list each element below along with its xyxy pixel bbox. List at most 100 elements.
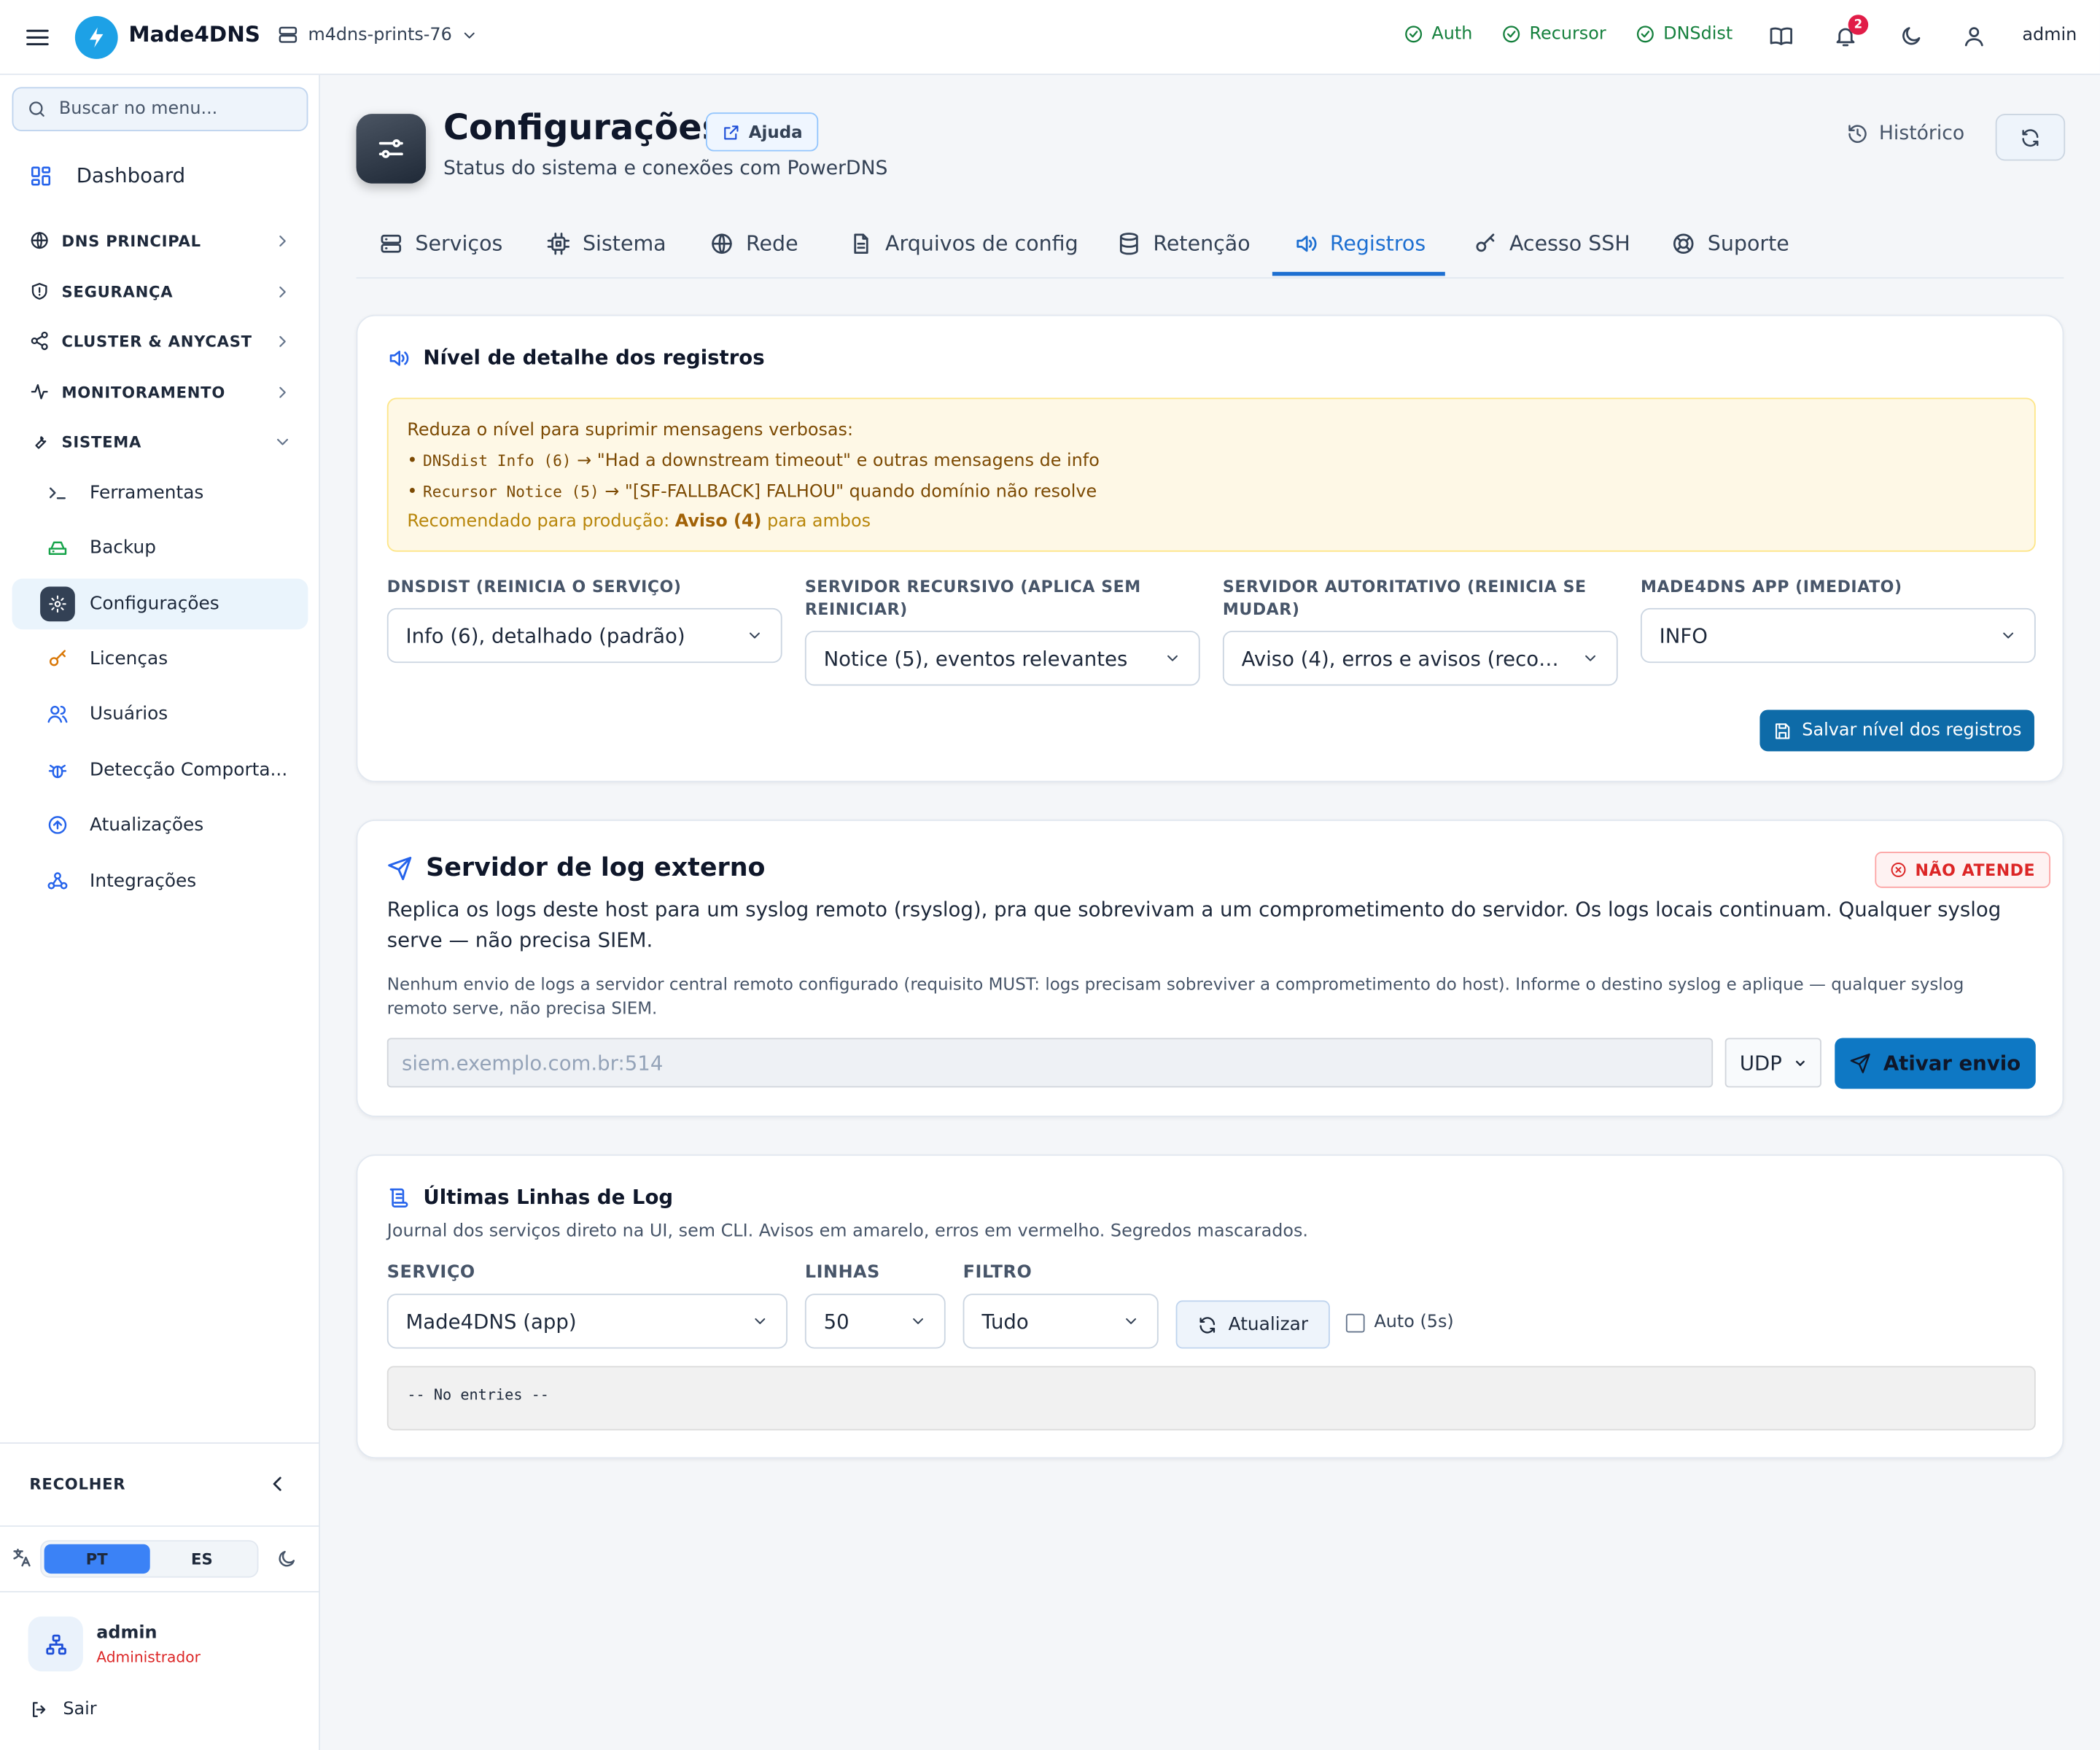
- tab-label: Rede: [746, 231, 798, 256]
- auth-level-select[interactable]: Aviso (4), erros e avisos (recomendado): [1222, 631, 1618, 686]
- status-recursor[interactable]: Recursor: [1501, 24, 1606, 44]
- alert-heading: Reduza o nível para suprimir mensagens v…: [407, 420, 854, 441]
- divider: [0, 1442, 320, 1444]
- sliders-icon: [356, 114, 427, 184]
- help-button[interactable]: Ajuda: [705, 112, 819, 152]
- sidebar-item-integrations[interactable]: Integrações: [12, 856, 308, 907]
- hard-drive-icon: [48, 541, 67, 556]
- checkbox[interactable]: [1345, 1312, 1365, 1332]
- tab-bar: Serviços Sistema Rede Arquivos de config…: [356, 217, 2064, 279]
- tab-services[interactable]: Serviços: [379, 217, 502, 279]
- refresh-logs-button[interactable]: Atualizar: [1175, 1300, 1330, 1349]
- enable-forwarding-button[interactable]: Ativar envio: [1835, 1038, 2036, 1089]
- globe-icon: [712, 233, 732, 254]
- chevron-down-icon: [1167, 655, 1178, 661]
- divider: [0, 1590, 320, 1592]
- lines-select[interactable]: 50: [804, 1294, 946, 1349]
- sidebar-section-system[interactable]: SISTEMA: [29, 431, 292, 451]
- sidebar-section-monitoring[interactable]: MONITORAMENTO: [29, 381, 292, 402]
- brand-name: Made4DNS: [128, 21, 260, 47]
- tab-label: Arquivos de config: [885, 231, 1078, 256]
- brand-logo[interactable]: [74, 16, 118, 59]
- service-label: SERVIÇO: [386, 1263, 475, 1283]
- search-input[interactable]: [58, 98, 287, 120]
- moon-icon[interactable]: [1899, 24, 1923, 48]
- auto-refresh-checkbox[interactable]: Auto (5s): [1345, 1312, 1454, 1333]
- alert-line-dnsdist: • DNSdist Info (6) → "Had a downstream t…: [407, 451, 1100, 472]
- send-icon: [388, 856, 412, 880]
- logout-button[interactable]: Sair: [29, 1699, 97, 1720]
- last-lines-description: Journal dos serviços direto na UI, sem C…: [386, 1221, 1309, 1242]
- tab-retention[interactable]: Retenção: [1117, 217, 1251, 279]
- syslog-destination-input[interactable]: [386, 1038, 1714, 1088]
- save-icon: [1775, 723, 1789, 739]
- sidebar-item-licenses[interactable]: Licenças: [12, 634, 308, 685]
- page-title: Configurações: [443, 108, 723, 149]
- history-label: Histórico: [1878, 122, 1965, 145]
- card-title-text: Servidor de log externo: [426, 852, 766, 883]
- lang-es[interactable]: ES: [149, 1544, 254, 1574]
- select-value: Made4DNS (app): [405, 1309, 577, 1334]
- select-value: Aviso (4), erros e avisos (recomendado): [1241, 646, 1574, 671]
- select-value: 50: [823, 1309, 849, 1334]
- dnsdist-level-select[interactable]: Info (6), detalhado (padrão): [386, 607, 782, 664]
- sidebar-item-dashboard[interactable]: Dashboard: [29, 163, 185, 187]
- dnsdist-label: DNSDIST (REINICIA O SERVIÇO): [386, 577, 682, 596]
- check-circle-icon: [1501, 24, 1522, 44]
- refresh-button[interactable]: [1995, 114, 2066, 161]
- moon-icon[interactable]: [276, 1548, 297, 1569]
- user-icon[interactable]: [1962, 24, 1986, 48]
- alert-line-recursor: • Recursor Notice (5) → "[SF-FALLBACK] F…: [407, 481, 1097, 502]
- book-icon[interactable]: [1769, 24, 1793, 48]
- recursor-level-select[interactable]: Notice (5), eventos relevantes: [804, 631, 1200, 686]
- app-level-select[interactable]: INFO: [1640, 607, 2036, 664]
- tab-support[interactable]: Suporte: [1671, 217, 1789, 279]
- gear-icon: [40, 586, 75, 622]
- section-label: DNS PRINCIPAL: [61, 230, 201, 250]
- sidebar-item-label: Detecção Comporta...: [90, 759, 288, 781]
- chevron-down-icon: [913, 1318, 924, 1324]
- select-value: Notice (5), eventos relevantes: [823, 646, 1128, 671]
- server-selector[interactable]: m4dns-prints-76: [277, 24, 478, 45]
- status-label: Recursor: [1529, 24, 1606, 44]
- filter-select[interactable]: Tudo: [962, 1294, 1159, 1349]
- card-title-text: Últimas Linhas de Log: [423, 1185, 674, 1210]
- sidebar-item-tools[interactable]: Ferramentas: [12, 467, 308, 518]
- protocol-select[interactable]: UDP: [1724, 1038, 1821, 1088]
- sidebar-item-users[interactable]: Usuários: [12, 688, 308, 739]
- tab-network[interactable]: Rede: [709, 217, 798, 279]
- user-menu[interactable]: admin: [2022, 26, 2077, 46]
- status-dnsdist[interactable]: DNSdist: [1636, 24, 1732, 44]
- tab-config-files[interactable]: Arquivos de config: [849, 217, 1078, 279]
- tab-logs[interactable]: Registros: [1294, 217, 1426, 279]
- chevron-left-icon[interactable]: [265, 1472, 289, 1496]
- logout-label: Sair: [63, 1699, 97, 1720]
- last-lines-card: Últimas Linhas de Log Journal dos serviç…: [356, 1154, 2064, 1459]
- menu-icon[interactable]: [24, 24, 51, 51]
- tab-ssh[interactable]: Acesso SSH: [1473, 217, 1630, 279]
- language-switch[interactable]: PT ES: [40, 1540, 259, 1578]
- user-name: admin: [96, 1623, 158, 1644]
- history-button[interactable]: Histórico: [1847, 123, 1964, 144]
- menu-search[interactable]: [12, 87, 308, 131]
- service-select[interactable]: Made4DNS (app): [386, 1294, 788, 1349]
- remote-log-description: Replica os logs deste host para um syslo…: [386, 897, 2002, 952]
- active-tab-indicator: [1272, 271, 1445, 276]
- rec-value: Aviso (4): [674, 512, 762, 532]
- tab-system[interactable]: Sistema: [546, 217, 666, 279]
- save-log-level-button[interactable]: Salvar nível dos registros: [1759, 709, 2034, 752]
- sidebar-section-security[interactable]: SEGURANÇA: [29, 281, 292, 302]
- status-auth[interactable]: Auth: [1404, 24, 1472, 44]
- sidebar-section-dns[interactable]: DNS PRINCIPAL: [29, 230, 292, 251]
- sidebar-item-behavior[interactable]: Detecção Comporta...: [12, 744, 308, 796]
- tab-label: Sistema: [582, 231, 666, 256]
- life-buoy-icon: [1673, 233, 1694, 254]
- tab-label: Acesso SSH: [1509, 231, 1630, 256]
- sidebar-section-cluster[interactable]: CLUSTER & ANYCAST: [29, 331, 292, 351]
- sidebar-item-backup[interactable]: Backup: [12, 522, 308, 573]
- sidebar-item-updates[interactable]: Atualizações: [12, 800, 308, 851]
- lang-pt[interactable]: PT: [44, 1544, 149, 1574]
- sidebar-item-settings[interactable]: Configurações: [12, 578, 308, 630]
- refresh-icon: [1199, 1316, 1216, 1333]
- chevron-right-icon: [279, 335, 286, 346]
